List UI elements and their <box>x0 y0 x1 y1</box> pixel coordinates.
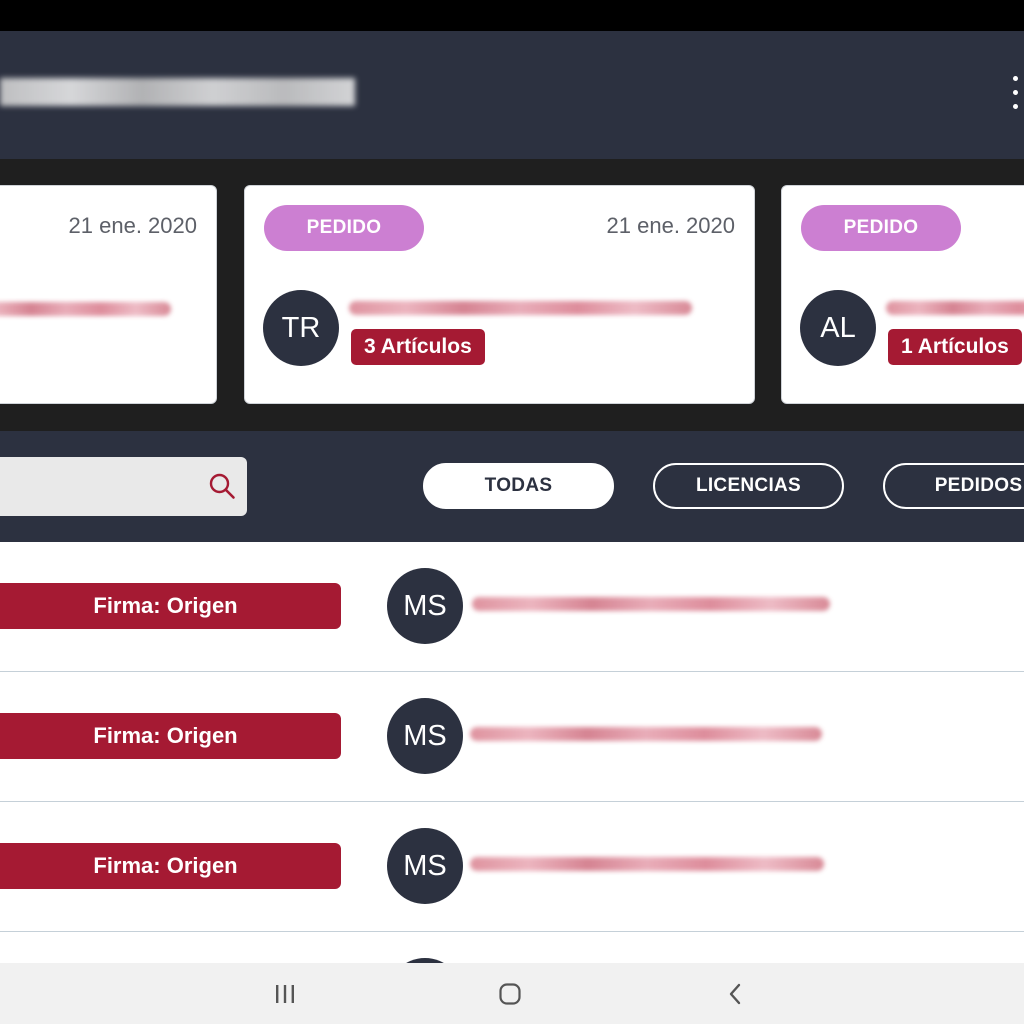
search-icon[interactable] <box>208 472 236 500</box>
avatar: MS <box>387 698 463 774</box>
document-list: Firma: Origen MS Firma: Origen MS Firma:… <box>0 542 1024 963</box>
status-bar <box>0 0 1024 31</box>
recents-icon[interactable] <box>255 963 315 1024</box>
home-icon[interactable] <box>480 963 540 1024</box>
filter-chip-pedidos[interactable]: PEDIDOS <box>883 463 1024 509</box>
signature-status-badge: Firma: Origen <box>0 583 341 629</box>
more-vertical-icon[interactable] <box>1006 76 1024 116</box>
avatar: AL <box>800 290 876 366</box>
back-icon[interactable] <box>705 963 765 1024</box>
filter-chip-licencias[interactable]: LICENCIAS <box>653 463 844 509</box>
filter-chip-todas[interactable]: TODAS <box>423 463 614 509</box>
card-date: 21 ene. 2020 <box>68 213 197 238</box>
signature-status-badge: Firma: Origen <box>0 843 341 889</box>
items-count-badge: 3 Artículos <box>351 329 485 365</box>
signature-status-badge: Firma: Origen <box>0 713 341 759</box>
avatar: TR <box>263 290 339 366</box>
redacted-customer-name <box>0 302 171 316</box>
items-count-badge: 1 Artículos <box>888 329 1022 365</box>
order-card[interactable]: 21 ene. 2020 <box>0 185 217 404</box>
redacted-customer-name <box>886 301 1024 315</box>
list-item[interactable]: Firma: Origen MS <box>0 542 1024 672</box>
order-type-badge: PEDIDO <box>801 205 961 251</box>
order-card[interactable]: PEDIDO AL 1 Artículos <box>781 185 1024 404</box>
list-item[interactable]: Firma: Origen MS <box>0 802 1024 932</box>
redacted-document-name <box>470 727 822 741</box>
list-item[interactable] <box>0 932 1024 963</box>
redacted-title <box>0 78 355 106</box>
redacted-document-name <box>470 857 824 871</box>
order-type-badge: PEDIDO <box>264 205 424 251</box>
avatar: MS <box>387 568 463 644</box>
avatar: MS <box>387 828 463 904</box>
redacted-customer-name <box>349 301 692 315</box>
redacted-document-name <box>472 597 830 611</box>
list-item[interactable]: Firma: Origen MS <box>0 672 1024 802</box>
card-date: 21 ene. 2020 <box>606 213 735 238</box>
system-nav-bar <box>0 963 1024 1024</box>
order-card[interactable]: PEDIDO 21 ene. 2020 TR 3 Artículos <box>244 185 755 404</box>
